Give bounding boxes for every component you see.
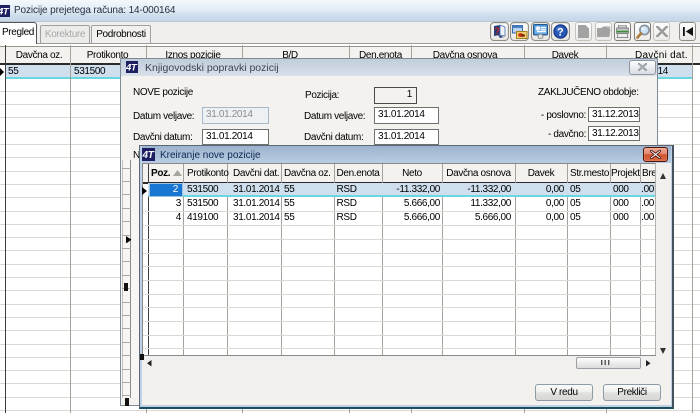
svg-text:?: ? [495,26,500,36]
svg-text:4T: 4T [142,150,155,161]
svg-text:?: ? [557,27,564,39]
svg-text:4T: 4T [126,63,138,74]
